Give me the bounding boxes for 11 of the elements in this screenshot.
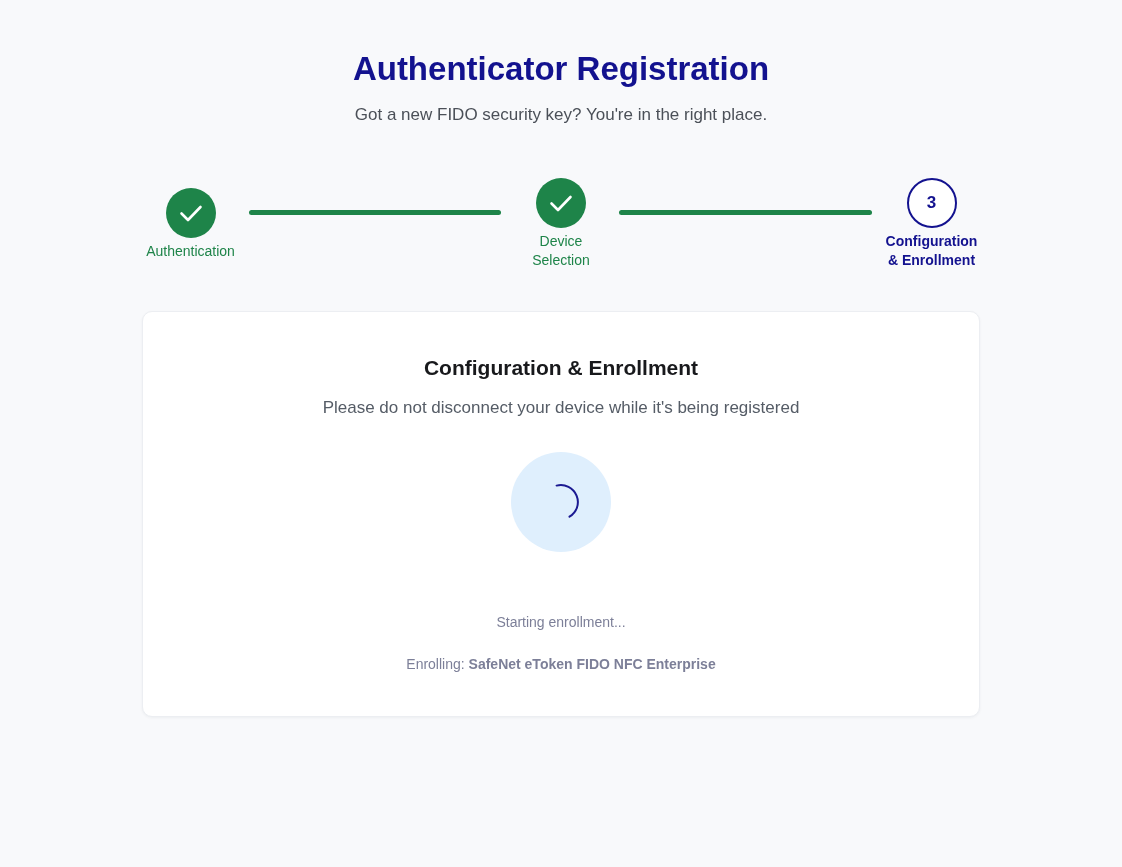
step-label: Authentication xyxy=(146,241,235,261)
enrolling-device-text: Enrolling: SafeNet eToken FIDO NFC Enterprise xyxy=(406,655,716,674)
loading-spinner-icon xyxy=(511,452,611,552)
page-title: Authenticator Registration xyxy=(352,49,770,89)
card-message: Please do not disconnect your device while it's being registered xyxy=(322,397,800,419)
status-text: Starting enrollment... xyxy=(496,613,626,632)
step-number: 3 xyxy=(906,178,957,228)
step-label: Device Selection xyxy=(531,232,591,270)
page-subtitle: Got a new FIDO security key? You're in the right place. xyxy=(354,104,768,126)
step-label: Configuration & Enrollment xyxy=(884,232,979,270)
card-title: Configuration & Enrollment xyxy=(423,355,699,381)
